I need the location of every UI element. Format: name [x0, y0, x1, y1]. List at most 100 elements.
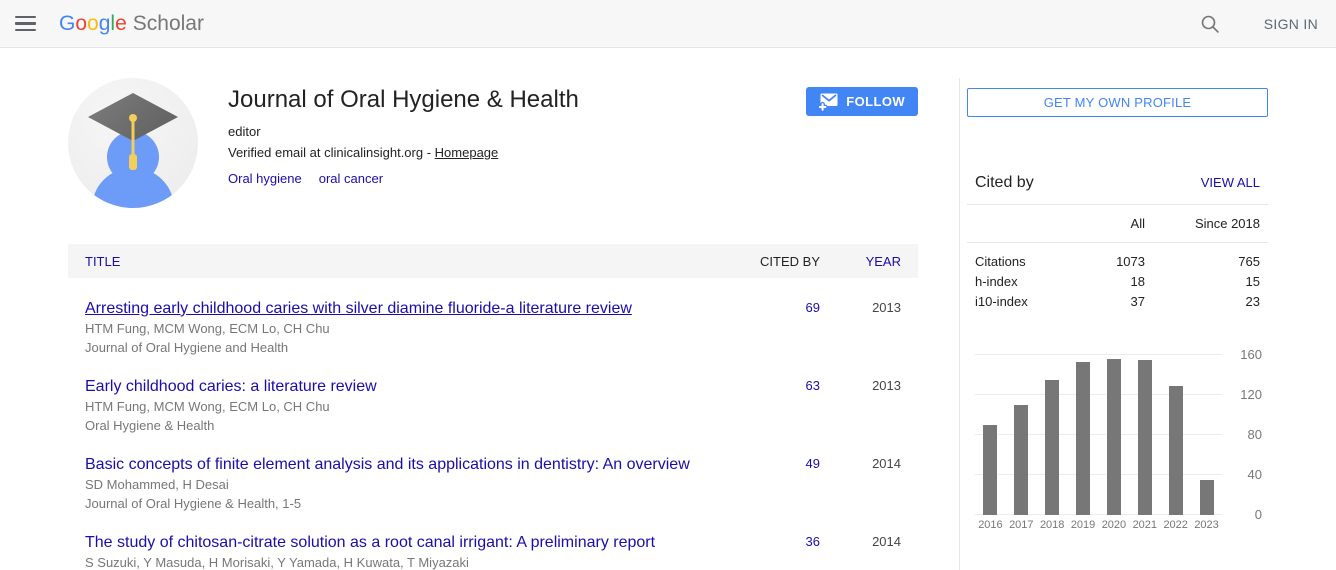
- verified-email-text: Verified email at clinicalinsight.org -: [228, 145, 435, 160]
- articles-table-header: TITLE CITED BY YEAR: [68, 244, 918, 278]
- interest-label-link[interactable]: oral cancer: [319, 171, 383, 186]
- chart-x-tick: 2019: [1068, 519, 1099, 531]
- chart-bar[interactable]: [1107, 359, 1121, 515]
- article-authors: SD Mohammed, H Desai: [85, 476, 706, 493]
- google-logo-word: Google: [59, 12, 127, 36]
- page-content: Journal of Oral Hygiene & Health editor …: [0, 48, 1336, 570]
- chart-x-tick: 2016: [975, 519, 1006, 531]
- sort-by-year-header[interactable]: YEAR: [820, 254, 901, 269]
- article-main: The study of chitosan-citrate solution a…: [85, 533, 730, 570]
- chart-y-tick: 0: [1255, 507, 1262, 523]
- get-my-own-profile-button[interactable]: GET MY OWN PROFILE: [967, 88, 1268, 117]
- article-main: Arresting early childhood caries with si…: [85, 299, 730, 356]
- article-cited-count-link[interactable]: 49: [806, 456, 820, 471]
- stat-all-value: 18: [1085, 272, 1145, 292]
- article-title-link[interactable]: Basic concepts of finite element analysi…: [85, 456, 690, 473]
- article-row: The study of chitosan-citrate solution a…: [68, 512, 918, 570]
- verified-email: Verified email at clinicalinsight.org - …: [228, 145, 579, 160]
- tassel-end: [129, 154, 137, 170]
- article-row: Early childhood caries: a literature rev…: [68, 356, 918, 434]
- stat-all-value: 1073: [1085, 252, 1145, 272]
- article-title-link[interactable]: Arresting early childhood caries with si…: [85, 300, 632, 317]
- sort-by-title-header[interactable]: TITLE: [85, 254, 730, 269]
- menu-icon[interactable]: [15, 12, 37, 36]
- cited-by-stat-row: i10-index 37 23: [967, 292, 1268, 312]
- article-row: Basic concepts of finite element analysi…: [68, 434, 918, 512]
- cited-by-title: Cited by: [975, 174, 1034, 192]
- cited-by-stat-row: h-index 18 15: [967, 272, 1268, 292]
- view-all-link[interactable]: VIEW ALL: [1201, 175, 1260, 190]
- article-title-link[interactable]: Early childhood caries: a literature rev…: [85, 378, 377, 395]
- article-authors: S Suzuki, Y Masuda, H Morisaki, Y Yamada…: [85, 554, 706, 570]
- interest-label-link[interactable]: Oral hygiene: [228, 171, 302, 186]
- chart-x-tick: 2023: [1191, 519, 1222, 531]
- cited-by-header-row: Cited by VIEW ALL: [967, 174, 1268, 192]
- follow-button-label: FOLLOW: [846, 94, 905, 109]
- article-year: 2014: [820, 533, 901, 570]
- article-year: 2013: [820, 377, 901, 434]
- article-title-link[interactable]: The study of chitosan-citrate solution a…: [85, 534, 655, 551]
- article-row: Arresting early childhood caries with si…: [68, 278, 918, 356]
- chart-y-tick: 40: [1248, 467, 1262, 483]
- profile-role: editor: [228, 124, 579, 139]
- article-venue: Journal of Oral Hygiene and Health: [85, 339, 706, 356]
- chart-x-tick: 2022: [1160, 519, 1191, 531]
- article-cited-count-link[interactable]: 63: [806, 378, 820, 393]
- article-authors: HTM Fung, MCM Wong, ECM Lo, CH Chu: [85, 320, 706, 337]
- sign-in-button[interactable]: SIGN IN: [1264, 16, 1318, 32]
- chart-x-labels: 20162017201820192020202120222023: [975, 519, 1222, 531]
- stat-since-value: 15: [1145, 272, 1260, 292]
- article-year: 2013: [820, 299, 901, 356]
- cited-by-col-since: Since 2018: [1145, 216, 1260, 231]
- stat-label: h-index: [975, 272, 1085, 292]
- chart-bar[interactable]: [1076, 362, 1090, 515]
- article-cited-count-link[interactable]: 36: [806, 534, 820, 549]
- top-bar: Google Scholar SIGN IN: [0, 0, 1336, 48]
- article-main: Basic concepts of finite element analysi…: [85, 455, 730, 512]
- cited-by-stat-row: Citations 1073 765: [967, 252, 1268, 272]
- main-column: Journal of Oral Hygiene & Health editor …: [68, 78, 918, 570]
- profile-header: Journal of Oral Hygiene & Health editor …: [68, 78, 918, 208]
- cited-by-col-all: All: [1085, 216, 1145, 231]
- cited-by-stats: Citations 1073 765 h-index 18 15 i10-ind…: [967, 252, 1268, 312]
- article-year: 2014: [820, 455, 901, 512]
- article-cited-cell: 69: [730, 299, 820, 356]
- citations-chart: 20162017201820192020202120222023 0408012…: [967, 355, 1268, 531]
- chart-plot-area: 20162017201820192020202120222023: [975, 355, 1222, 531]
- chart-y-tick: 160: [1240, 347, 1262, 363]
- article-cited-cell: 49: [730, 455, 820, 512]
- articles-table: TITLE CITED BY YEAR Arresting early chil…: [68, 244, 918, 570]
- cited-by-col-spacer: [975, 216, 1085, 231]
- chart-bar[interactable]: [1169, 386, 1183, 515]
- interest-labels: Oral hygiene oral cancer: [228, 170, 579, 188]
- stat-since-value: 765: [1145, 252, 1260, 272]
- chart-bar[interactable]: [1200, 480, 1214, 515]
- stat-label: i10-index: [975, 292, 1085, 312]
- envelope-plus-icon: [819, 93, 838, 111]
- article-cited-count-link[interactable]: 69: [806, 300, 820, 315]
- search-icon[interactable]: [1200, 14, 1220, 34]
- article-venue: Oral Hygiene & Health: [85, 417, 706, 434]
- tassel-line: [132, 118, 135, 158]
- chart-x-tick: 2020: [1099, 519, 1130, 531]
- article-cited-cell: 36: [730, 533, 820, 570]
- stat-label: Citations: [975, 252, 1085, 272]
- homepage-link[interactable]: Homepage: [435, 145, 499, 160]
- chart-bar[interactable]: [983, 425, 997, 515]
- follow-button[interactable]: FOLLOW: [806, 87, 918, 116]
- sidebar: GET MY OWN PROFILE Cited by VIEW ALL All…: [959, 78, 1268, 570]
- chart-x-tick: 2017: [1006, 519, 1037, 531]
- chart-y-tick: 80: [1248, 427, 1262, 443]
- tassel-knob: [129, 114, 137, 122]
- article-rows: Arresting early childhood caries with si…: [68, 278, 918, 570]
- chart-bar[interactable]: [1014, 405, 1028, 515]
- chart-bar[interactable]: [1045, 380, 1059, 515]
- chart-x-tick: 2021: [1129, 519, 1160, 531]
- article-main: Early childhood caries: a literature rev…: [85, 377, 730, 434]
- article-venue: Journal of Oral Hygiene & Health, 1-5: [85, 495, 706, 512]
- chart-x-tick: 2018: [1037, 519, 1068, 531]
- stat-since-value: 23: [1145, 292, 1260, 312]
- chart-bar[interactable]: [1138, 360, 1152, 515]
- chart-y-labels: 04080120160: [1222, 355, 1268, 515]
- google-scholar-logo[interactable]: Google Scholar: [59, 12, 204, 36]
